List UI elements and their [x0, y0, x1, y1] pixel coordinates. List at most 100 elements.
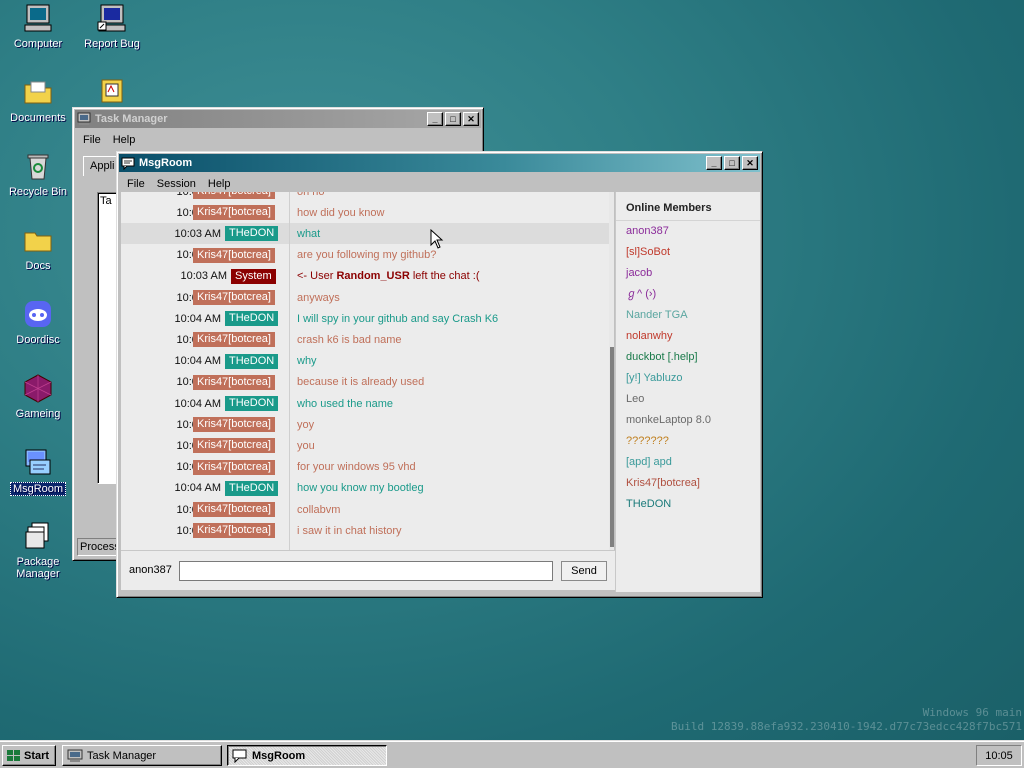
member-list-item[interactable]: anon387 [616, 221, 760, 242]
watermark-line2: Build 12839.88efa932.230410-1942.d77c73e… [671, 720, 1022, 733]
desktop-icon-report-bug[interactable]: Report Bug [74, 2, 150, 50]
chat-message-row: 10:04 AM THeDON I will spy in your github … [121, 308, 609, 329]
chat-message-row: 10:04 AMKris47[botcrea]yoy [121, 414, 609, 435]
message-username-badge[interactable]: Kris47[botcrea] [193, 417, 275, 433]
chat-message-row: 10:03 AMKris47[botcrea]oh no [121, 192, 609, 202]
message-text: why [297, 355, 317, 368]
tab-label: Appli [90, 160, 115, 172]
start-button[interactable]: Start [2, 745, 56, 766]
chat-message-row: 10:03 AMKris47[botcrea]are you following… [121, 245, 609, 266]
message-username-badge[interactable]: Kris47[botcrea] [193, 290, 275, 305]
message-username-badge[interactable]: THeDON [225, 311, 279, 327]
message-username-badge[interactable]: Kris47[botcrea] [193, 192, 275, 199]
close-button[interactable]: ✕ [463, 112, 479, 126]
system-tray-clock[interactable]: 10:05 [976, 745, 1022, 766]
desktop-icon-msgroom[interactable]: MsgRoom [0, 446, 76, 496]
menu-help[interactable]: Help [107, 132, 142, 148]
maximize-button[interactable]: □ [445, 112, 461, 126]
msgroom-titlebar[interactable]: MsgRoom _ □ ✕ [119, 154, 760, 172]
package-manager-icon [22, 520, 54, 552]
minimize-button[interactable]: _ [706, 156, 722, 170]
chat-scrollbar-thumb[interactable] [610, 347, 614, 547]
chat-message-row: 10:04 AMKris47[botcrea]you [121, 435, 609, 456]
member-list-item[interactable]: monkeLaptop 8.0 [616, 410, 760, 431]
chat-message-row: 10:03 AMKris47[botcrea]anyways [121, 287, 609, 308]
desktop-icon-docs[interactable]: Docs [0, 224, 76, 272]
msgroom-window[interactable]: MsgRoom _ □ ✕ File Session Help 10:04 AM… [116, 151, 763, 598]
member-list-item[interactable]: [y!] Yabluzo [616, 368, 760, 389]
member-list-item[interactable]: Nander TGA [616, 305, 760, 326]
member-list-item[interactable]: Kris47[botcrea] [616, 473, 760, 494]
message-text: who used the name [297, 397, 394, 410]
chat-message-row: 10:04 AMKris47[botcrea]because it is alr… [121, 372, 609, 393]
desktop-icon-recycle-bin[interactable]: Recycle Bin [0, 150, 76, 198]
message-text: how did you know [297, 206, 385, 219]
game-cube-icon [22, 372, 54, 404]
message-input[interactable] [179, 561, 553, 581]
desktop-icon-doordisc[interactable]: Doordisc [0, 298, 76, 346]
message-timestamp: 10:04 AM [174, 482, 221, 495]
desktop-icon-computer[interactable]: Computer [0, 2, 76, 50]
task-list-header: Ta [100, 195, 112, 207]
message-username-badge[interactable]: System [231, 268, 276, 284]
message-username-badge[interactable]: Kris47[botcrea] [193, 205, 275, 221]
msgroom-icon [22, 446, 54, 478]
taskbar: Start Task Manager MsgRoom 10:05 [0, 740, 1024, 768]
message-username-badge[interactable]: Kris47[botcrea] [193, 502, 275, 517]
message-username-badge[interactable]: Kris47[botcrea] [193, 459, 275, 475]
member-list-item[interactable]: jacob [616, 263, 760, 284]
chat-message-row: 10:03 AM System <- User Random_USR left th… [121, 266, 609, 287]
close-button[interactable]: ✕ [742, 156, 758, 170]
send-button[interactable]: Send [561, 561, 607, 581]
member-list-item[interactable]: [apd] apd [616, 452, 760, 473]
message-username-badge[interactable]: Kris47[botcrea] [193, 438, 275, 454]
message-username-badge[interactable]: Kris47[botcrea] [193, 332, 275, 348]
task-manager-titlebar[interactable]: Task Manager _ □ ✕ [75, 110, 481, 128]
member-list-item[interactable]: nolanwhy [616, 326, 760, 347]
taskbar-item-task-manager[interactable]: Task Manager [62, 745, 222, 766]
minimize-button[interactable]: _ [427, 112, 443, 126]
message-timestamp: 10:04 AM [174, 312, 221, 325]
desktop-icon-gameing[interactable]: Gameing [0, 372, 76, 420]
menu-help[interactable]: Help [202, 176, 237, 192]
desktop-icon-label: Docs [25, 260, 51, 272]
menu-file[interactable]: File [77, 132, 107, 148]
chat-messages[interactable]: 10:04 AM Kris47[botcrea] i saw it in chat … [121, 192, 614, 550]
process-status: Process [77, 538, 121, 556]
member-list-item[interactable]: ??????? [616, 431, 760, 452]
build-watermark: Windows 96 main Build 12839.88efa932.230… [671, 706, 1022, 734]
message-username-badge[interactable]: THeDON [225, 480, 279, 496]
message-text: are you following my github? [297, 249, 437, 262]
message-username-badge[interactable]: THeDON [225, 396, 279, 411]
message-text: anyways [297, 291, 340, 304]
chat-message-row: 10:04 AM THeDON how you know my bootleg [121, 478, 609, 499]
message-username-badge[interactable]: THeDON [225, 226, 279, 242]
message-input-bar: anon387 Send [121, 550, 615, 590]
computer-icon [22, 2, 54, 34]
menu-file[interactable]: File [121, 176, 151, 192]
folder-icon [22, 224, 54, 256]
message-username-badge[interactable]: Kris47[botcrea] [193, 247, 275, 263]
desktop-icon-package-manager[interactable]: Package Manager [0, 520, 76, 580]
member-list-item[interactable]: [sl]SoBot [616, 242, 760, 263]
menu-session[interactable]: Session [151, 176, 202, 192]
member-list-item[interactable]: Leo [616, 389, 760, 410]
member-list-item[interactable]: THeDON [616, 494, 760, 515]
message-username-badge[interactable]: THeDON [225, 353, 279, 369]
message-username-badge[interactable]: Kris47[botcrea] [193, 374, 275, 390]
system-text-username: Random_USR [336, 270, 410, 283]
member-list-item[interactable]: duckbot [.help] [616, 347, 760, 368]
online-members-title: Online Members [616, 192, 760, 221]
message-text: what [297, 227, 321, 240]
maximize-button[interactable]: □ [724, 156, 740, 170]
online-members-panel: Online Members anon387 [sl]SoBot jacob ℊ^ (… [615, 192, 760, 592]
chat-message-row: 10:04 AM THeDON who used the name [121, 393, 609, 414]
desktop-icon-label: Computer [13, 38, 63, 50]
desktop-icon-documents[interactable]: Documents [0, 76, 76, 124]
member-list-item[interactable]: ℊ^ (›) [616, 284, 760, 305]
chat-message-row: 10:03 AMKris47[botcrea]how did you know [121, 202, 609, 223]
message-timestamp: 10:03 AM [180, 270, 227, 283]
chat-scrollbar[interactable] [609, 192, 614, 550]
taskbar-item-msgroom[interactable]: MsgRoom [227, 745, 387, 766]
message-username-badge[interactable]: Kris47[botcrea] [193, 523, 275, 539]
